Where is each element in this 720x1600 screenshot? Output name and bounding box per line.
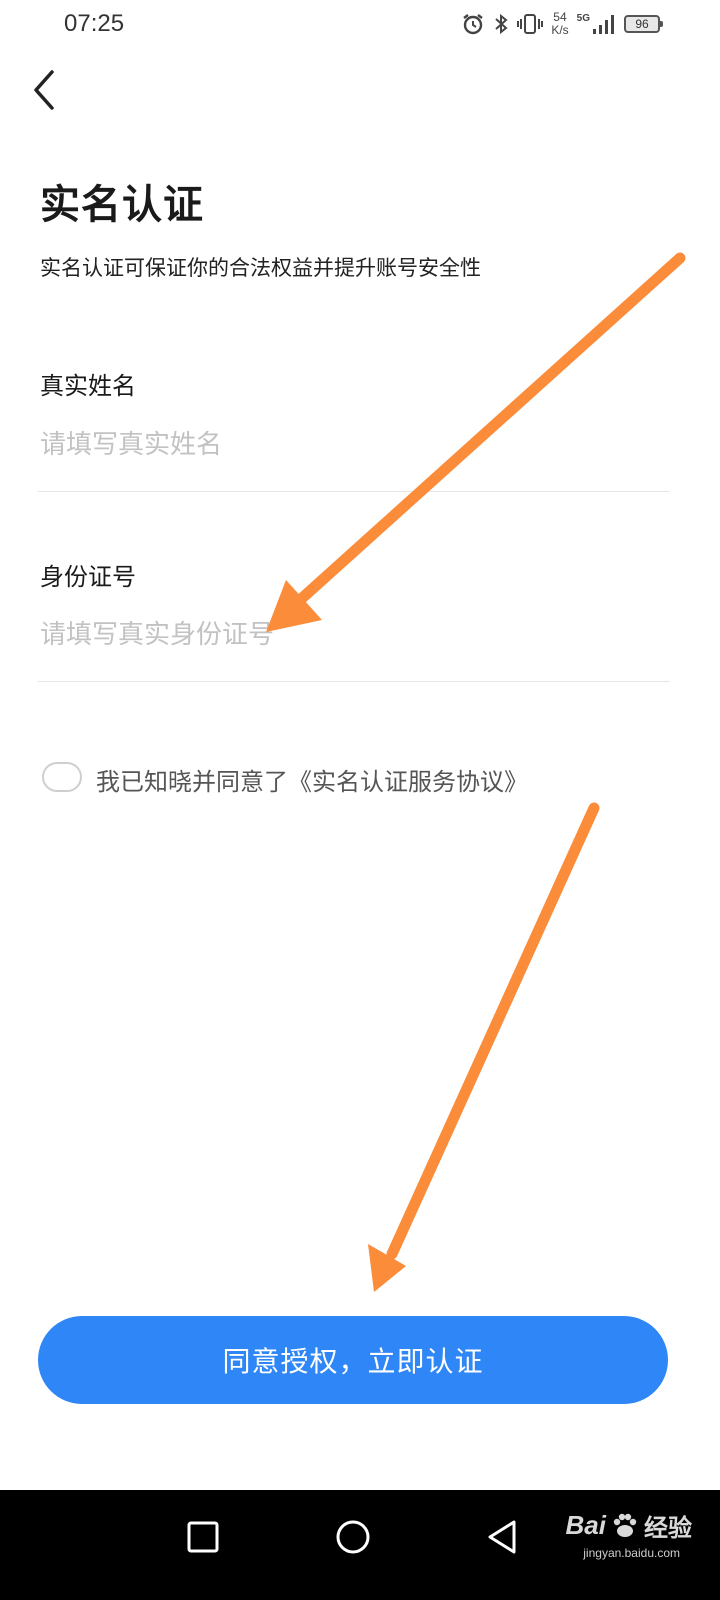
cellular-signal-icon: 5G [577, 13, 616, 35]
back-button[interactable] [26, 66, 66, 114]
back-nav-button[interactable] [478, 1512, 528, 1562]
status-icons: 54 K/s 5G 96 [461, 8, 663, 40]
agreement-text: 我已知晓并同意了《实名认证服务协议》 [96, 762, 528, 797]
id-number-label: 身份证号 [40, 563, 136, 591]
agreement-checkbox[interactable] [42, 762, 82, 792]
watermark-brand: Bai [565, 1510, 606, 1540]
service-agreement-link[interactable]: 《实名认证服务协议》 [288, 768, 528, 796]
arrow-to-submit-button-icon [368, 802, 600, 1292]
real-name-label: 真实姓名 [40, 372, 136, 400]
status-time: 07:25 [64, 10, 125, 37]
battery-indicator: 96 [624, 15, 663, 33]
id-number-divider [38, 681, 670, 682]
square-icon [187, 1521, 219, 1553]
vibrate-icon [517, 12, 544, 36]
bluetooth-icon [493, 12, 509, 36]
agree-and-verify-button[interactable]: 同意授权，立即认证 [38, 1316, 668, 1404]
chevron-left-icon [34, 70, 54, 110]
page-subtitle: 实名认证可保证你的合法权益并提升账号安全性 [40, 256, 481, 280]
watermark-jingyan: 经验 [644, 1515, 692, 1542]
recent-apps-button[interactable] [178, 1512, 228, 1562]
triangle-back-icon [488, 1520, 516, 1554]
network-speed-unit: K/s [551, 23, 569, 37]
real-name-verification-screen: 07:25 54 K/s 5G 96 实名认证 实名认证可保证你的合法权益并提升… [0, 0, 720, 1600]
agreement-statement: 我已知晓并同意了 [96, 768, 288, 796]
status-bar: 07:25 54 K/s 5G 96 [0, 0, 720, 48]
watermark-url: jingyan.baidu.com [583, 1546, 680, 1560]
page-title: 实名认证 [40, 182, 204, 228]
alarm-icon [461, 12, 485, 36]
home-button[interactable] [328, 1512, 378, 1562]
network-type-label: 5G [576, 13, 590, 24]
real-name-divider [38, 491, 670, 492]
real-name-input[interactable] [40, 420, 670, 470]
network-speed: 54 K/s [551, 11, 568, 37]
paw-icon [613, 1513, 637, 1537]
circle-icon [336, 1520, 370, 1554]
id-number-input[interactable] [40, 610, 670, 660]
baidu-jingyan-watermark: Bai 经验 [566, 1508, 692, 1543]
system-navigation-bar: Bai 经验 jingyan.baidu.com [0, 1490, 720, 1600]
